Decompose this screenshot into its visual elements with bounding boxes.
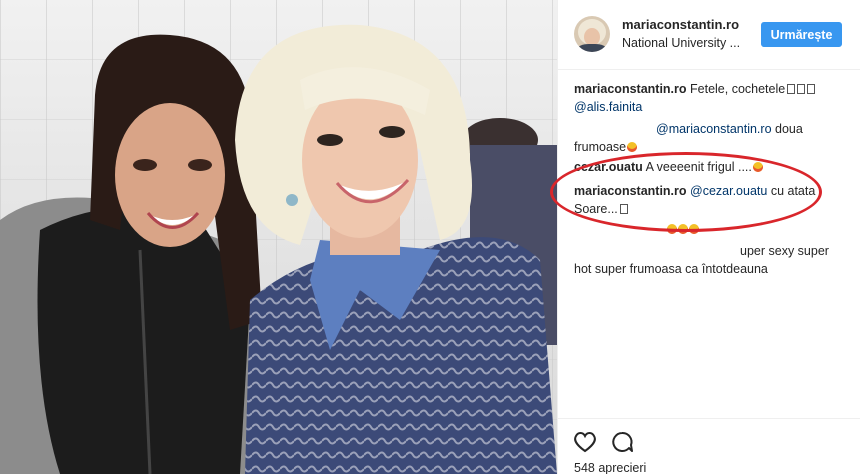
comment-item: @mariaconstantin.ro doua frumoase bbox=[574, 120, 844, 156]
emoji-icon bbox=[797, 84, 806, 94]
comment-text-line2: hot super frumoasa ca întotdeauna bbox=[574, 262, 768, 276]
post-location[interactable]: National University ... bbox=[622, 36, 740, 50]
post-photo[interactable] bbox=[0, 0, 557, 474]
like-count[interactable]: 548 aprecieri bbox=[574, 461, 646, 474]
post-side-panel: mariaconstantin.ro National University .… bbox=[557, 0, 860, 474]
comment-text-line2: frumoase bbox=[574, 140, 627, 154]
avatar[interactable] bbox=[574, 16, 610, 52]
comment-icon[interactable] bbox=[610, 430, 634, 454]
comment-mention[interactable]: @alis.fainita bbox=[574, 100, 642, 114]
emoji-icon bbox=[787, 84, 796, 94]
comment-item: uper sexy super hot super frumoasa ca în… bbox=[574, 242, 844, 278]
photo-illustration bbox=[0, 24, 557, 474]
comment-text: Fetele, cochetele bbox=[686, 82, 786, 96]
emoji-icon bbox=[807, 84, 816, 94]
post-actions: 548 aprecieri bbox=[558, 418, 860, 474]
emoji-icon bbox=[627, 142, 638, 152]
comment-mention[interactable]: @mariaconstantin.ro bbox=[656, 122, 772, 136]
comment-text: doua bbox=[771, 122, 803, 136]
highlight-annotation bbox=[550, 152, 822, 232]
comment-text: uper sexy super bbox=[740, 244, 829, 258]
post-username[interactable]: mariaconstantin.ro bbox=[622, 17, 739, 32]
heart-icon[interactable] bbox=[573, 431, 597, 453]
comment-item: mariaconstantin.ro Fetele, cochetele @al… bbox=[574, 80, 844, 116]
follow-button[interactable]: Urmărește bbox=[761, 22, 842, 47]
post-header: mariaconstantin.ro National University .… bbox=[558, 0, 860, 70]
comment-username[interactable]: mariaconstantin.ro bbox=[574, 82, 687, 96]
